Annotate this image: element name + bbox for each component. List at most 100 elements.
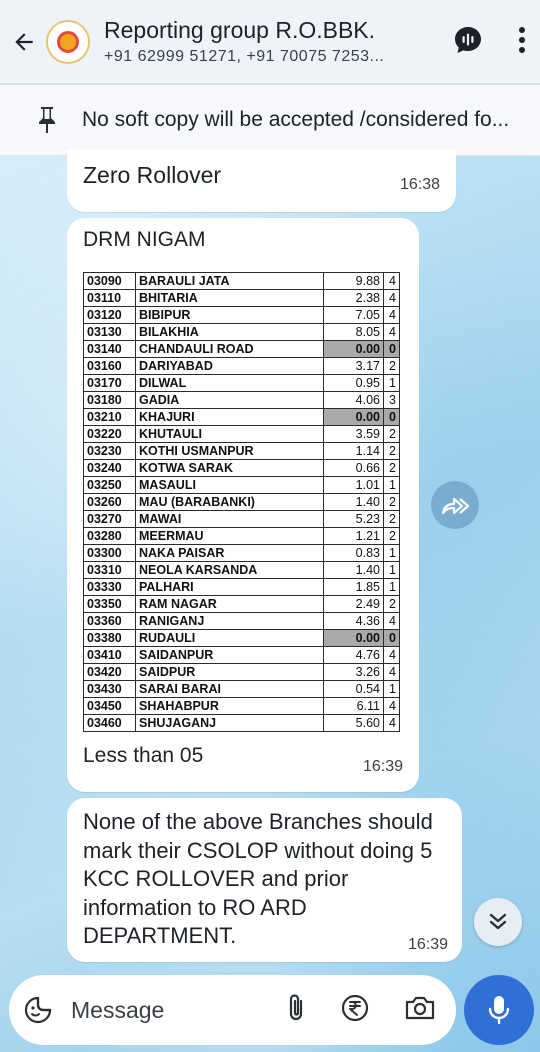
rollover-value: 7.05 xyxy=(323,306,384,324)
branch-code: 03090 xyxy=(83,272,136,290)
branch-name: MEERMAU xyxy=(135,527,324,545)
rollover-count: 4 xyxy=(383,697,400,715)
back-button[interactable] xyxy=(0,0,48,84)
rollover-value: 0.00 xyxy=(323,629,384,647)
rollover-count: 4 xyxy=(383,646,400,664)
branch-name: RANIGANJ xyxy=(135,612,324,630)
pin-icon xyxy=(39,107,55,133)
rollover-value: 5.60 xyxy=(323,714,384,732)
branch-name: BILAKHIA xyxy=(135,323,324,341)
image-caption: Less than 05 xyxy=(83,744,204,767)
rollover-count: 4 xyxy=(383,714,400,732)
rollover-count: 4 xyxy=(383,272,400,290)
mic-icon xyxy=(488,996,510,1025)
rollover-value: 1.14 xyxy=(323,442,384,460)
branch-name: BARAULI JATA xyxy=(135,272,324,290)
branch-code: 03450 xyxy=(83,697,136,715)
scroll-to-bottom-button[interactable] xyxy=(474,898,522,946)
rollover-count: 0 xyxy=(383,408,400,426)
rollover-value: 4.06 xyxy=(323,391,384,409)
branch-code: 03140 xyxy=(83,340,136,358)
rollover-count: 0 xyxy=(383,340,400,358)
voice-call-button[interactable] xyxy=(452,24,484,61)
table-row: 03460 SHUJAGANJ 5.60 4 xyxy=(83,714,400,732)
branch-code: 03180 xyxy=(83,391,136,409)
chat-title: Reporting group R.O.BBK. xyxy=(104,17,376,43)
payment-button[interactable] xyxy=(340,993,370,1028)
sticker-icon xyxy=(24,996,52,1024)
message-bubble[interactable]: Zero Rollover 16:38 xyxy=(67,150,456,212)
rollover-count: 1 xyxy=(383,374,400,392)
table-row: 03110 BHITARIA 2.38 4 xyxy=(83,289,400,307)
voice-record-button[interactable] xyxy=(464,975,534,1045)
table-row: 03090 BARAULI JATA 9.88 4 xyxy=(83,272,400,290)
branch-name: GADIA xyxy=(135,391,324,409)
branch-name: SHAHABPUR xyxy=(135,697,324,715)
branch-code: 03110 xyxy=(83,289,136,307)
branch-code: 03120 xyxy=(83,306,136,324)
rollover-count: 0 xyxy=(383,629,400,647)
branch-name: PALHARI xyxy=(135,578,324,596)
back-arrow-icon xyxy=(15,32,33,51)
rollover-value: 0.00 xyxy=(323,340,384,358)
branch-name: BHITARIA xyxy=(135,289,324,307)
branch-code: 03260 xyxy=(83,493,136,511)
camera-button[interactable] xyxy=(404,994,436,1027)
sender-name: DRM NIGAM xyxy=(83,228,206,251)
message-bubble[interactable]: None of the above Branches should mark t… xyxy=(67,798,462,962)
pinned-message-bar[interactable]: No soft copy will be accepted /considere… xyxy=(0,85,540,156)
branch-name: SAIDANPUR xyxy=(135,646,324,664)
table-row: 03280 MEERMAU 1.21 2 xyxy=(83,527,400,545)
rollover-count: 1 xyxy=(383,680,400,698)
branch-table: 03090 BARAULI JATA 9.88 4 03110 BHITARIA 2.38 4… xyxy=(83,272,400,732)
rollover-count: 2 xyxy=(383,425,400,443)
group-avatar[interactable] xyxy=(46,19,90,64)
rollover-value: 1.40 xyxy=(323,561,384,579)
branch-name: SAIDPUR xyxy=(135,663,324,681)
branch-name: KHAJURI xyxy=(135,408,324,426)
table-row: 03120 BIBIPUR 7.05 4 xyxy=(83,306,400,324)
branch-code: 03310 xyxy=(83,561,136,579)
sticker-button[interactable] xyxy=(23,995,53,1025)
branch-name: DARIYABAD xyxy=(135,357,324,375)
rollover-count: 4 xyxy=(383,612,400,630)
table-row: 03310 NEOLA KARSANDA 1.40 1 xyxy=(83,561,400,579)
rollover-count: 2 xyxy=(383,527,400,545)
table-row: 03130 BILAKHIA 8.05 4 xyxy=(83,323,400,341)
branch-name: RAM NAGAR xyxy=(135,595,324,613)
rollover-count: 4 xyxy=(383,289,400,307)
forward-button[interactable] xyxy=(431,481,479,529)
rollover-value: 2.38 xyxy=(323,289,384,307)
table-row: 03410 SAIDANPUR 4.76 4 xyxy=(83,646,400,664)
rollover-value: 1.01 xyxy=(323,476,384,494)
table-row: 03330 PALHARI 1.85 1 xyxy=(83,578,400,596)
attach-button[interactable] xyxy=(286,993,306,1028)
rollover-value: 0.83 xyxy=(323,544,384,562)
branch-code: 03350 xyxy=(83,595,136,613)
table-row: 03170 DILWAL 0.95 1 xyxy=(83,374,400,392)
message-input[interactable] xyxy=(71,996,251,1024)
more-options-button[interactable] xyxy=(518,26,526,59)
rollover-count: 4 xyxy=(383,663,400,681)
chat-title-block[interactable]: Reporting group R.O.BBK. +91 62999 51271… xyxy=(104,17,404,66)
rollover-count: 1 xyxy=(383,476,400,494)
pinned-message-text: No soft copy will be accepted /considere… xyxy=(82,108,510,131)
rollover-count: 2 xyxy=(383,442,400,460)
rollover-value: 0.95 xyxy=(323,374,384,392)
branch-name: NEOLA KARSANDA xyxy=(135,561,324,579)
rollover-count: 1 xyxy=(383,578,400,596)
table-row: 03240 KOTWA SARAK 0.66 2 xyxy=(83,459,400,477)
rollover-value: 0.00 xyxy=(323,408,384,426)
rollover-value: 6.11 xyxy=(323,697,384,715)
image-message-bubble[interactable]: DRM NIGAM 03090 BARAULI JATA 9.88 4 03110 BHI… xyxy=(67,218,419,792)
branch-code: 03430 xyxy=(83,680,136,698)
attached-image[interactable]: 03090 BARAULI JATA 9.88 4 03110 BHITARIA 2.38 4… xyxy=(83,260,409,736)
message-time: 16:39 xyxy=(362,758,403,775)
table-row: 03210 KHAJURI 0.00 0 xyxy=(83,408,400,426)
branch-code: 03160 xyxy=(83,357,136,375)
message-time: 16:38 xyxy=(399,176,440,193)
table-row: 03360 RANIGANJ 4.36 4 xyxy=(83,612,400,630)
branch-code: 03300 xyxy=(83,544,136,562)
rollover-value: 3.26 xyxy=(323,663,384,681)
table-row: 03430 SARAI BARAI 0.54 1 xyxy=(83,680,400,698)
